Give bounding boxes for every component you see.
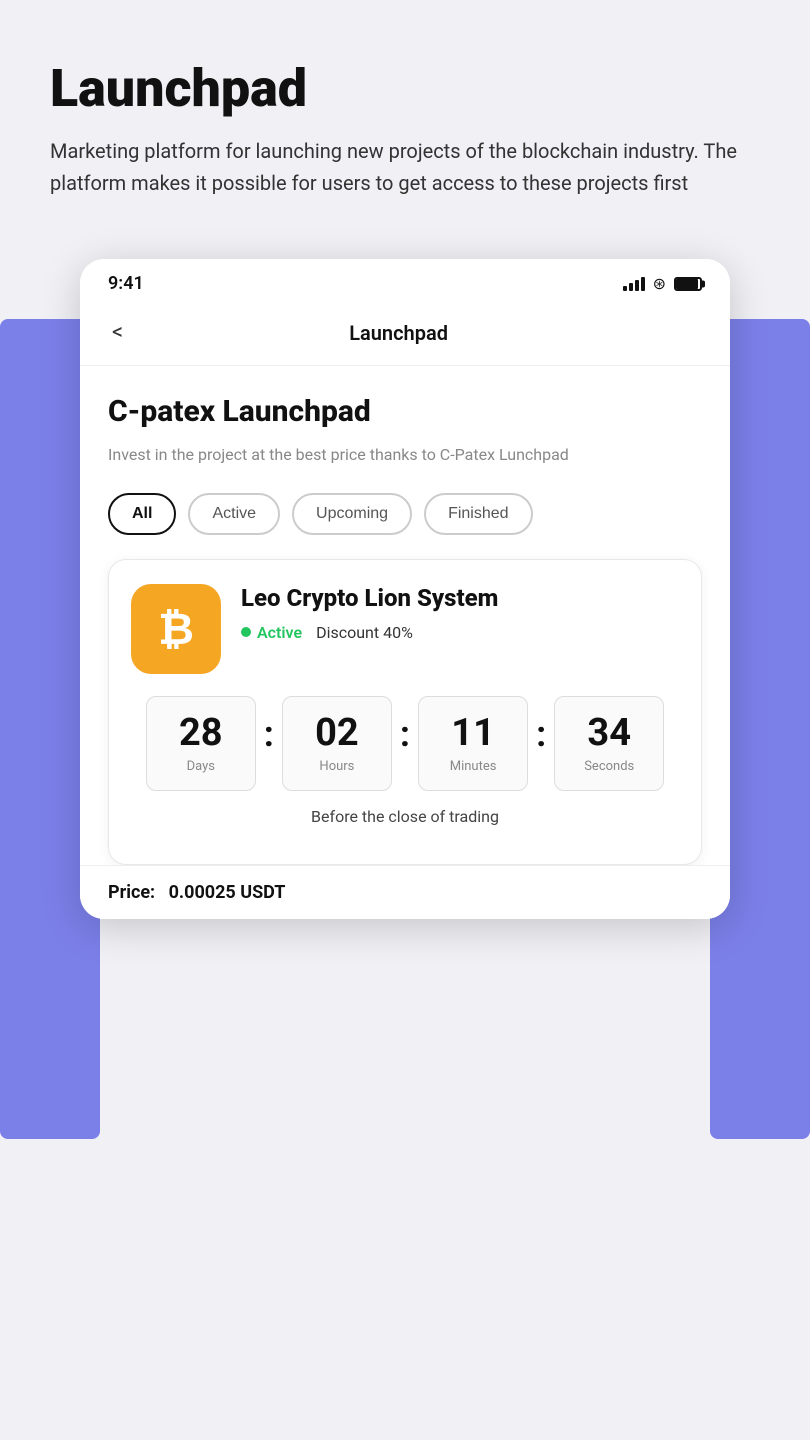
filter-tab-all[interactable]: All (108, 493, 176, 535)
filter-tab-active[interactable]: Active (188, 493, 280, 535)
battery-icon (674, 277, 702, 291)
status-dot (241, 627, 251, 637)
seconds-value: 34 (587, 713, 631, 755)
description-title: Launchpad (50, 60, 760, 117)
days-value: 28 (179, 713, 223, 755)
nav-title: Launchpad (131, 321, 666, 345)
filter-tab-finished[interactable]: Finished (424, 493, 532, 535)
status-icons: ⊛ (623, 274, 702, 293)
launchpad-heading: C-patex Launchpad (108, 394, 702, 429)
description-section: Launchpad Marketing platform for launchi… (0, 0, 810, 239)
countdown-hours: 02 Hours (282, 696, 392, 791)
hours-label: Hours (319, 759, 354, 774)
countdown-seconds: 34 Seconds (554, 696, 664, 791)
status-bar: 9:41 ⊛ (80, 259, 730, 304)
separator-3: : (536, 713, 546, 755)
description-text: Marketing platform for launching new pro… (50, 135, 760, 199)
minutes-label: Minutes (450, 759, 497, 774)
separator-1: : (264, 713, 274, 755)
nav-bar: < Launchpad (80, 304, 730, 366)
status-time: 9:41 (108, 273, 144, 294)
signal-icon (623, 277, 645, 291)
minutes-value: 11 (451, 713, 495, 755)
phone-screen: 9:41 ⊛ < Launchpad C-patex La (80, 259, 730, 919)
seconds-label: Seconds (584, 759, 634, 774)
wifi-icon: ⊛ (653, 274, 666, 293)
card-info: Leo Crypto Lion System Active Discount 4… (241, 584, 679, 642)
discount-badge: Discount 40% (316, 623, 413, 642)
card-status-row: Active Discount 40% (241, 623, 679, 642)
countdown-days: 28 Days (146, 696, 256, 791)
separator-2: : (400, 713, 410, 755)
status-active: Active (241, 623, 302, 642)
phone-wrapper: 9:41 ⊛ < Launchpad C-patex La (80, 259, 730, 919)
price-value: 0.00025 USDT (169, 882, 286, 903)
project-name: Leo Crypto Lion System (241, 584, 679, 613)
countdown-caption: Before the close of trading (131, 807, 679, 826)
back-button[interactable]: < (104, 316, 131, 349)
price-text: Price: 0.00025 USDT (108, 882, 285, 903)
filter-tabs: All Active Upcoming Finished (108, 493, 702, 535)
hours-value: 02 (315, 713, 359, 755)
days-label: Days (187, 759, 215, 774)
filter-tab-upcoming[interactable]: Upcoming (292, 493, 412, 535)
card-header: ₿ Leo Crypto Lion System Active Discount… (131, 584, 679, 674)
bitcoin-icon: ₿ (158, 607, 194, 651)
countdown-row: 28 Days : 02 Hours : 11 (131, 696, 679, 791)
main-content: C-patex Launchpad Invest in the project … (80, 366, 730, 865)
project-logo: ₿ (131, 584, 221, 674)
launchpad-description: Invest in the project at the best price … (108, 443, 702, 467)
countdown-minutes: 11 Minutes (418, 696, 528, 791)
status-label: Active (257, 623, 302, 642)
price-label: Price: (108, 882, 155, 903)
price-row: Price: 0.00025 USDT (80, 865, 730, 919)
project-card: ₿ Leo Crypto Lion System Active Discount… (108, 559, 702, 865)
